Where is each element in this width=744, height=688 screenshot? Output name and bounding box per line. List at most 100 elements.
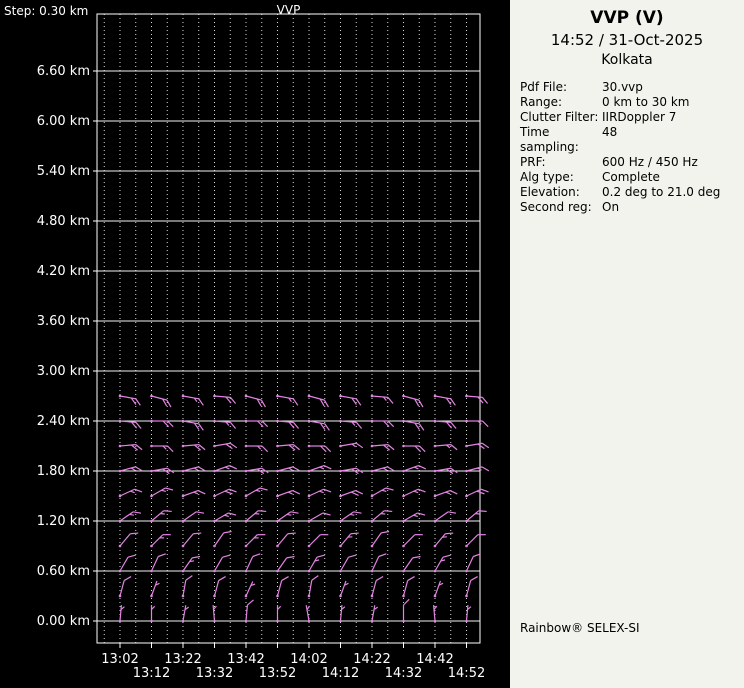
wind-barb [339, 489, 364, 498]
time-axis-label: 13:42 [227, 652, 264, 667]
info-field-row: Clutter Filter: IIRDoppler 7 [520, 110, 744, 125]
time-axis-label: 14:12 [322, 666, 359, 681]
wind-barb [213, 442, 238, 450]
field-label: PRF: [520, 155, 546, 169]
wind-barb [370, 576, 384, 598]
wind-barb [433, 532, 454, 548]
wind-barb [181, 489, 206, 498]
wind-barb [244, 487, 268, 498]
wind-barb [465, 605, 472, 623]
info-field-row: PRF: 600 Hz / 450 Hz [520, 155, 744, 170]
wind-barb [213, 576, 226, 598]
wind-barb [276, 444, 300, 451]
field-label: Pdf File: [520, 80, 568, 94]
y-axis-label: 0.00 km [37, 614, 90, 629]
wind-barb [370, 444, 395, 451]
info-panel: VVP (V) 14:52 / 31-Oct-2025 Kolkata Pdf … [510, 0, 744, 688]
wind-barb [150, 487, 174, 498]
field-value: 0.2 deg to 21.0 deg [602, 185, 721, 199]
wind-barb [276, 576, 289, 598]
wind-barb [150, 553, 166, 573]
y-axis-label: 1.20 km [37, 514, 90, 529]
wind-barb [433, 489, 458, 498]
field-value: 600 Hz / 450 Hz [602, 155, 698, 169]
wind-barb [370, 487, 394, 498]
wind-barb [212, 605, 217, 623]
wind-barb [150, 394, 172, 408]
wind-barb [181, 555, 201, 573]
product-datetime: 14:52 / 31-Oct-2025 [550, 31, 704, 49]
time-axis-label: 13:22 [164, 652, 201, 667]
wind-barb [339, 580, 349, 598]
wind-barb [213, 394, 237, 404]
wind-barb [339, 605, 346, 623]
wind-barb [465, 534, 486, 548]
y-axis-label: 4.80 km [37, 214, 90, 229]
wind-barb [150, 580, 160, 598]
wind-barb [307, 554, 325, 573]
wind-barb [339, 554, 357, 573]
wind-barb [181, 532, 202, 548]
wind-barb [339, 532, 359, 548]
plot-title: VVP [276, 3, 301, 17]
wind-barb [402, 488, 426, 498]
y-axis-label: 3.00 km [37, 364, 90, 379]
info-field-row: Time sampling: 48 [520, 125, 744, 155]
time-axis-label: 13:02 [101, 652, 138, 667]
vvp-wind-profile-plot: 6.60 km 6.00 km 5.40 km 4.80 km 4.20 km 3.60 … [37, 13, 490, 681]
y-axis-label: 2.40 km [37, 414, 90, 429]
plot-border [96, 13, 481, 644]
wind-barb [465, 419, 489, 428]
wind-barb [181, 394, 204, 406]
field-value: On [602, 200, 620, 214]
info-field-row: Second reg: On [520, 200, 744, 215]
wind-barb [370, 605, 379, 623]
wind-barb [433, 554, 451, 573]
wind-barb [213, 530, 232, 548]
field-value: 0 km to 30 km [602, 95, 690, 109]
wind-barb [150, 605, 156, 623]
site-name: Kolkata [601, 52, 653, 68]
wind-barb [213, 488, 237, 498]
wind-barb [276, 489, 301, 498]
time-axis-label: 13:12 [133, 666, 170, 681]
wind-barb [370, 553, 387, 573]
field-value: IIRDoppler 7 [602, 110, 677, 124]
wind-barb [402, 394, 424, 408]
wind-barb [244, 444, 269, 453]
y-axis-label: 1.80 km [37, 464, 90, 479]
wind-barb [118, 488, 143, 498]
field-label: Time sampling: [520, 125, 579, 154]
time-axis-label: 14:32 [385, 666, 422, 681]
field-label: Clutter Filter: [520, 110, 599, 124]
info-fields: Pdf File: 30.vvp Range: 0 km to 30 km Cl… [520, 80, 744, 215]
wind-barb [307, 444, 332, 453]
wind-barb [465, 553, 481, 573]
y-axis-label: 3.60 km [37, 314, 90, 329]
wind-barb [339, 394, 362, 406]
y-axis-label: 6.60 km [37, 64, 90, 79]
wind-barb [118, 444, 143, 451]
wind-barb [307, 488, 332, 498]
wind-barb [402, 534, 423, 548]
time-axis-label: 14:52 [448, 666, 485, 681]
wind-barb [244, 553, 261, 573]
wind-barb [118, 605, 125, 623]
wind-barb [181, 444, 206, 451]
wind-barb [118, 394, 141, 406]
info-field-row: Elevation: 0.2 deg to 21.0 deg [520, 185, 744, 200]
wind-barb [402, 444, 426, 453]
field-label: Second reg: [520, 200, 592, 214]
info-field-row: Pdf File: 30.vvp [520, 80, 744, 95]
wind-barb [150, 444, 174, 453]
wind-barb [118, 532, 139, 548]
time-axis-label: 13:52 [259, 666, 296, 681]
wind-barb [213, 554, 231, 573]
info-field-row: Range: 0 km to 30 km [520, 95, 744, 110]
wind-barb [433, 444, 458, 451]
height-step-label: Step: 0.30 km [4, 4, 89, 18]
wind-barb [433, 605, 438, 623]
wind-barb [276, 555, 295, 573]
wind-barb [276, 532, 296, 548]
wind-barb [181, 605, 190, 623]
